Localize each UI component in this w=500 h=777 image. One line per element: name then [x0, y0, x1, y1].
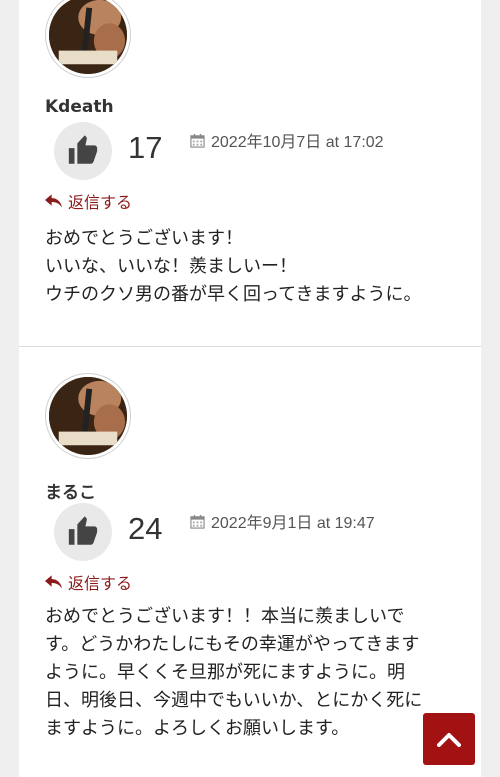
comment-card: Kdeath 17 2022年10月7日 at 17:02 返信する おめでとう… — [19, 0, 481, 346]
thumbs-up-icon — [68, 516, 98, 545]
comment-line: 日、明後日、今週中でもいいか、とにかく死に — [45, 690, 423, 711]
reply-icon — [45, 194, 62, 208]
comment-line: おめでとうございます！ — [45, 228, 243, 249]
comment-author: まるこ — [45, 483, 96, 503]
avatar — [45, 373, 131, 459]
comment-date-text: 2022年9月1日 at 19:47 — [211, 515, 375, 532]
comment-date: 2022年10月7日 at 17:02 — [190, 128, 384, 152]
comment-body: おめでとうございます！！本当に羨ましいで す。どうかわたしにもその幸運がやってき… — [45, 603, 465, 743]
comment-card: まるこ 24 2022年9月1日 at 19:47 返信する おめでとうございま… — [19, 347, 481, 777]
comment-date: 2022年9月1日 at 19:47 — [190, 509, 375, 533]
chevron-up-icon — [437, 733, 461, 747]
comment-line: ように。早くくそ旦那が死にますように。明 — [45, 662, 405, 683]
like-count: 24 — [128, 511, 163, 546]
like-count: 17 — [128, 130, 163, 165]
comment-line: す。どうかわたしにもその幸運がやってきます — [45, 634, 420, 655]
scroll-to-top-button[interactable] — [423, 713, 475, 765]
comment-body: おめでとうございます！ いいな、いいな！羨ましいー！ ウチのクソ男の番が早く回っ… — [45, 225, 465, 309]
reply-label: 返信する — [68, 574, 133, 593]
reply-link[interactable]: 返信する — [45, 189, 132, 213]
thumbs-up-icon — [68, 135, 98, 164]
comment-date-text: 2022年10月7日 at 17:02 — [211, 134, 384, 151]
reply-link[interactable]: 返信する — [45, 570, 132, 594]
reply-icon — [45, 575, 62, 589]
comment-line: ますように。よろしくお願いします。 — [45, 718, 350, 739]
comment-author: Kdeath — [45, 97, 114, 117]
calendar-icon — [190, 133, 205, 148]
reply-label: 返信する — [68, 193, 133, 212]
like-button[interactable] — [54, 122, 112, 180]
calendar-icon — [190, 514, 205, 529]
comment-line: ウチのクソ男の番が早く回ってきますように。 — [45, 284, 422, 305]
avatar — [45, 0, 131, 78]
comment-line: いいな、いいな！羨ましいー！ — [45, 256, 297, 277]
like-button[interactable] — [54, 503, 112, 561]
comment-line: おめでとうございます！！本当に羨ましいで — [45, 606, 405, 627]
